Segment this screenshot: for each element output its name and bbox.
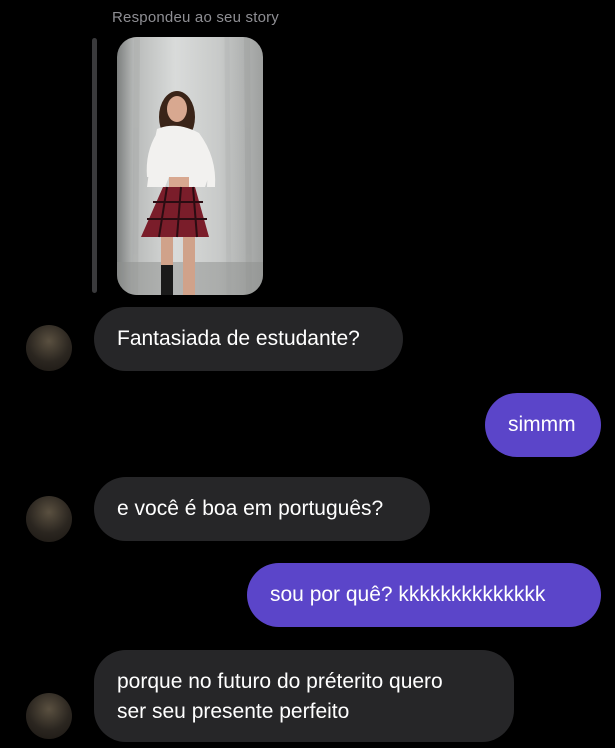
message-bubble-outgoing: simmm (485, 393, 601, 457)
message-bubble-incoming: porque no futuro do préterito quero ser … (94, 650, 514, 742)
message-bubble-incoming: Fantasiada de estudante? (94, 307, 403, 371)
avatar[interactable] (26, 496, 72, 542)
story-reply-bar (92, 38, 97, 293)
story-thumbnail[interactable] (117, 37, 263, 295)
avatar[interactable] (26, 693, 72, 739)
avatar[interactable] (26, 325, 72, 371)
story-photo-figure-icon (117, 37, 263, 295)
message-line: porque no futuro do préterito quero (117, 670, 443, 693)
story-reply-caption: Respondeu ao seu story (112, 9, 280, 26)
message-bubble-outgoing: sou por quê? kkkkkkkkkkkkkk (247, 563, 601, 627)
message-line: ser seu presente perfeito (117, 700, 350, 723)
message-bubble-incoming: e você é boa em português? (94, 477, 430, 541)
